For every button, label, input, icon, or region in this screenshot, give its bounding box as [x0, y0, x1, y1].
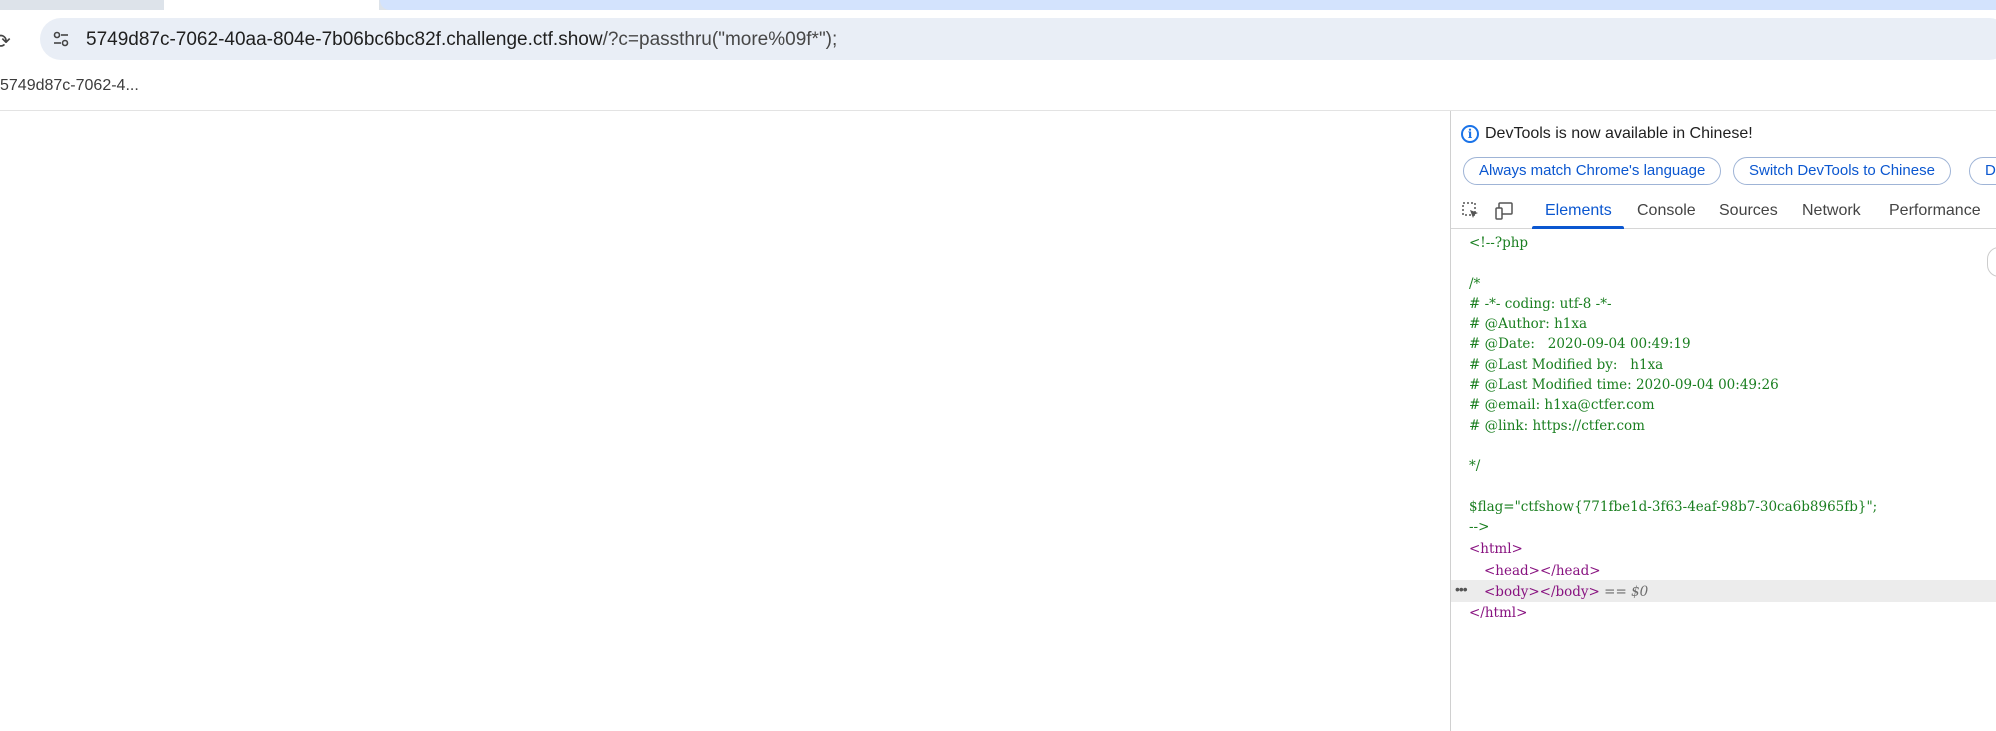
- url-host: 5749d87c-7062-40aa-804e-7b06bc6bc82f.cha…: [86, 29, 603, 50]
- comment-line: <!--?php: [1469, 235, 1529, 251]
- body-node[interactable]: <body></body> == $0: [1469, 582, 1877, 602]
- comment-line: # @email: h1xa@ctfer.com: [1469, 397, 1655, 414]
- comment-line: # -*- coding: utf-8 -*-: [1469, 295, 1612, 312]
- tune-icon: [53, 31, 69, 47]
- dont-show-again-button[interactable]: Do: [1969, 157, 1996, 185]
- device-toolbar-icon[interactable]: [1495, 201, 1515, 221]
- language-notice: i DevTools is now available in Chinese!: [1461, 125, 1753, 143]
- address-bar[interactable]: 5749d87c-7062-40aa-804e-7b06bc6bc82f.cha…: [40, 18, 1996, 60]
- flag-line: $flag="ctfshow{771fbe1d-3f63-4eaf-98b7-3…: [1469, 498, 1878, 515]
- head-node[interactable]: <head></head>: [1469, 561, 1877, 581]
- browser-toolbar: ⟳ 5749d87c-7062-40aa-804e-7b06bc6bc82f.c…: [0, 10, 1996, 68]
- selected-marker: == $0: [1604, 584, 1649, 601]
- url-text[interactable]: 5749d87c-7062-40aa-804e-7b06bc6bc82f.cha…: [86, 29, 837, 51]
- comment-line: */: [1469, 458, 1481, 475]
- comment-line: ​: [1469, 477, 1877, 497]
- active-tab-indicator: [1532, 226, 1624, 229]
- comment-line: # @Date: 2020-09-04 00:49:19: [1469, 336, 1691, 353]
- devtools-panel: i DevTools is now available in Chinese! …: [1450, 111, 1996, 731]
- active-tab[interactable]: [164, 0, 379, 10]
- comment-line: # @Last Modified time: 2020-09-04 00:49:…: [1469, 377, 1779, 394]
- tab-strip: [0, 0, 1996, 10]
- comment-line: # @Author: h1xa: [1469, 316, 1588, 333]
- tab-strip-right: [380, 0, 1996, 10]
- more-options-icon[interactable]: •••: [1455, 581, 1468, 597]
- notice-text: DevTools is now available in Chinese!: [1485, 125, 1753, 142]
- comment-line: -->: [1469, 519, 1490, 536]
- devtools-tabbar: Elements Console Sources Network Perform…: [1451, 193, 1996, 229]
- tab-network[interactable]: Network: [1802, 202, 1861, 220]
- inspect-element-icon[interactable]: [1461, 201, 1481, 221]
- tab-sources[interactable]: Sources: [1719, 202, 1778, 220]
- comment-line: # @link: https://ctfer.com: [1469, 417, 1645, 434]
- page-content: [0, 111, 1450, 731]
- info-icon: i: [1461, 125, 1479, 143]
- elements-tree: <!--?php ​ /* # -*- coding: utf-8 -*- # @Aut…: [1469, 233, 1877, 624]
- always-match-language-button[interactable]: Always match Chrome's language: [1463, 157, 1722, 185]
- comment-line: /*: [1469, 275, 1481, 292]
- bookmarks-bar: 5749d87c-7062-4...: [0, 68, 1996, 111]
- tab-elements[interactable]: Elements: [1545, 202, 1612, 220]
- comment-line: # @Last Modified by: h1xa: [1469, 356, 1664, 373]
- bookmark-item[interactable]: 5749d87c-7062-4...: [0, 77, 139, 95]
- site-info-icon[interactable]: [48, 26, 74, 52]
- tab-performance[interactable]: Performance: [1889, 202, 1981, 220]
- url-path: /?c=passthru("more%09f*");: [602, 29, 838, 50]
- comment-line: ​: [1469, 253, 1877, 273]
- html-open-tag[interactable]: <html>: [1469, 539, 1877, 559]
- html-close-tag[interactable]: </html>: [1469, 603, 1877, 623]
- sidebar-toggle-button[interactable]: [1987, 247, 1996, 277]
- body-tag: <body></body>: [1484, 584, 1600, 601]
- switch-to-chinese-button[interactable]: Switch DevTools to Chinese: [1733, 157, 1951, 185]
- reload-icon[interactable]: ⟳: [0, 32, 14, 52]
- comment-line: ​: [1469, 436, 1877, 456]
- tab-console[interactable]: Console: [1637, 202, 1696, 220]
